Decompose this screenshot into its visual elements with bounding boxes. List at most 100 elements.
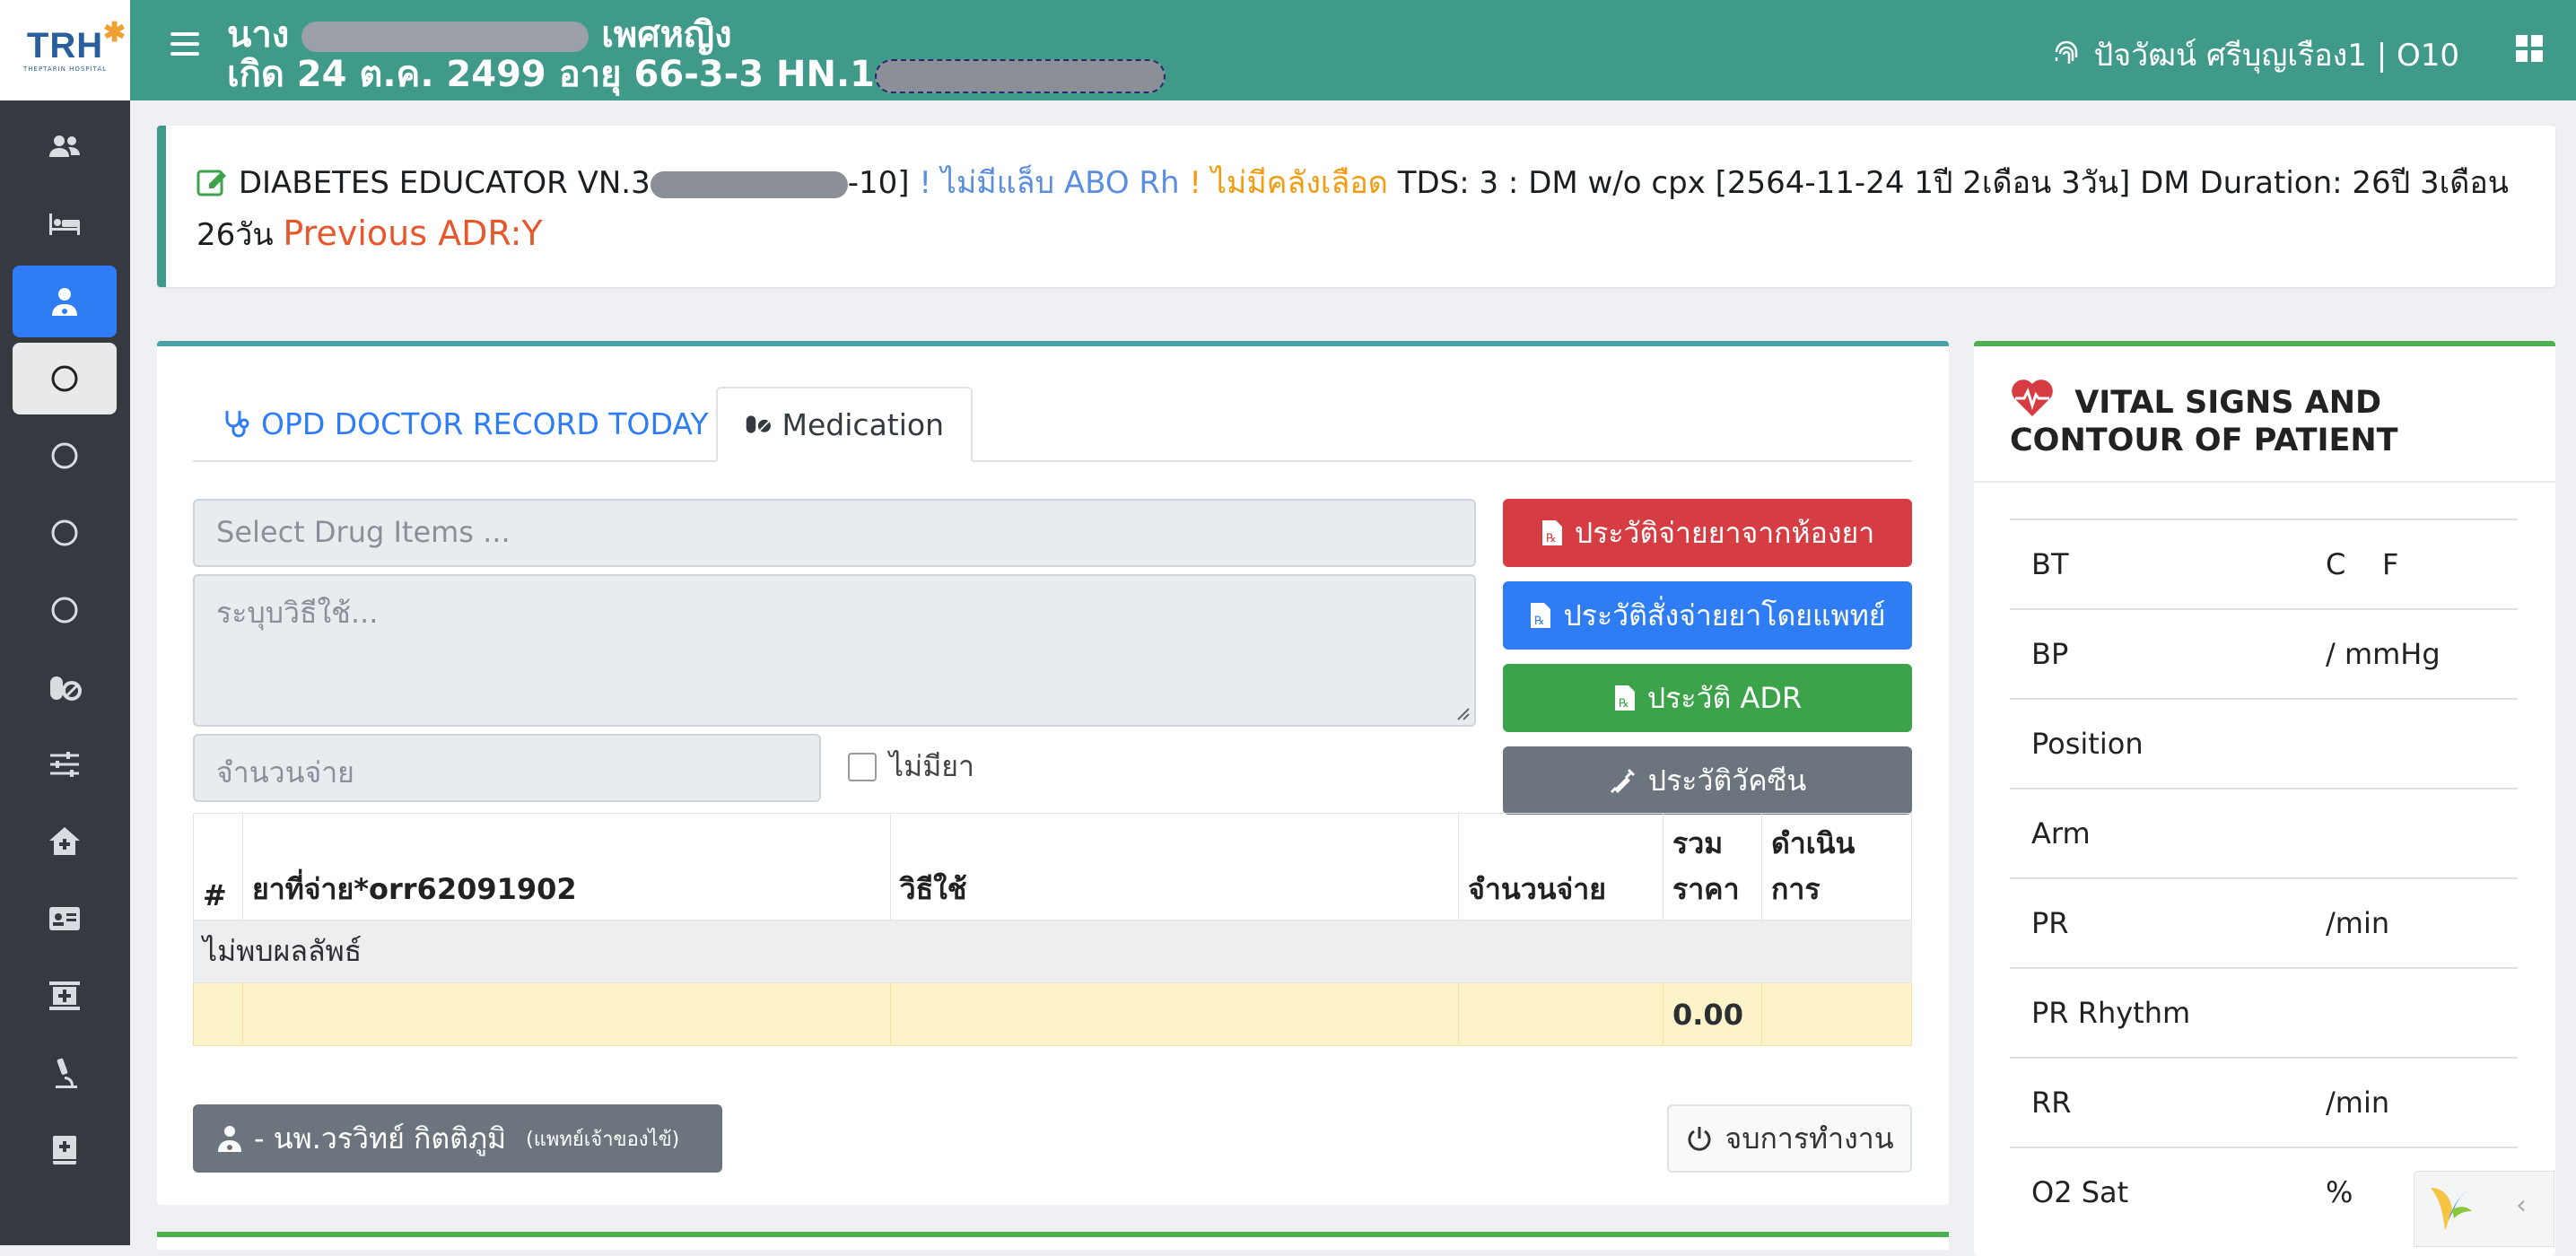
sidebar-item-doctor[interactable] [13,266,117,337]
column-header[interactable]: จำนวนจ่าย [1458,813,1663,920]
top-bar: นาง เพศหญิง เกิด 24 ต.ค. 2499 อายุ 66-3-… [130,0,2576,100]
doctor-history-button[interactable]: ℞ ประวัติสั่งจ่ายยาโดยแพทย์ [1503,581,1912,650]
previous-adr: Previous ADR:Y [283,214,543,253]
microscope-icon [56,1058,77,1088]
usage-textarea[interactable]: ระบุบวิธีใช้... [193,574,1476,727]
table-cell [889,982,1460,1046]
sidebar-item-lab[interactable] [13,1037,117,1109]
doctor-history-label: ประวัติสั่งจ่ายยาโดยแพทย์ [1563,597,1886,632]
drug-select[interactable]: Select Drug Items ... [193,499,1476,567]
attending-doctor-button[interactable]: - นพ.วรวิทย์ กิตติภูมิ (แพทย์เจ้าของไข้) [193,1104,722,1173]
checkbox-box[interactable] [848,752,877,781]
tab-opd-label: OPD DOCTOR RECORD TODAY [261,406,709,441]
vital-row: BT C F [2010,519,2518,609]
sidebar-item-records[interactable] [13,1114,117,1186]
sidebar-item-menu-3[interactable] [13,497,117,569]
doctor-icon [218,1126,241,1152]
leaf-icon: ✱ [102,18,127,48]
no-blood-bank-alert: ! ไม่มีคลังเลือด [1189,165,1388,201]
patient-birth-info: เกิด 24 ต.ค. 2499 อายุ 66-3-3 HN.1 [227,54,875,95]
hospital-logo[interactable]: TRH ✱ THEPTARIN HOSPITAL [0,0,130,100]
end-session-label: จบการทำงาน [1725,1121,1894,1156]
table-cell [1760,982,1913,1046]
vital-label: Position [2010,698,2304,789]
total-price: 0.00 [1663,982,1762,1046]
vital-value: /min [2304,877,2518,968]
medical-book-icon [53,1136,76,1164]
quantity-input[interactable]: จำนวนจ่าย [193,734,821,802]
pharmacy-history-button[interactable]: ℞ ประวัติจ่ายยาจากห้องยา [1503,499,1912,567]
vital-value [2304,967,2518,1058]
sidebar-item-patients[interactable] [13,111,117,183]
column-header[interactable]: ยาที่จ่าย*orr62091902 [241,813,891,920]
svg-text:℞: ℞ [1619,697,1629,711]
adr-history-button[interactable]: ℞ ประวัติ ADR [1503,664,1912,732]
pharmacy-history-label: ประวัติจ่ายยาจากห้องยา [1574,515,1875,550]
total-row: 0.00 [193,982,1913,1046]
patient-alert-banner: DIABETES EDUCATOR VN.3 -10] ! ไม่มีแล็บ A… [157,126,2555,287]
stethoscope-icon [225,411,249,438]
yii-logo-icon [2431,1186,2474,1231]
users-icon [49,135,80,157]
column-header[interactable]: ดำเนินการ [1760,813,1913,920]
fingerprint-icon [2055,40,2077,64]
no-lab-alert: ! ไม่มีแล็บ ABO Rh [919,165,1180,201]
prescription-file-icon: ℞ [1531,603,1551,628]
usage-placeholder: ระบุบวิธีใช้... [216,596,379,630]
column-header[interactable]: รวม ราคา [1663,813,1762,920]
column-header[interactable]: วิธีใช้ [889,813,1460,920]
tab-medication[interactable]: Medication [716,387,973,462]
sidebar-nav [13,111,117,1191]
current-user[interactable]: ปัจวัฒน์ ศรีบุญเรือง1 | O10 [2051,31,2459,79]
hamburger-menu-icon[interactable] [170,32,199,61]
table-cell [1458,982,1663,1046]
sidebar-item-pharmacy[interactable] [13,651,117,723]
debug-toolbar-widget[interactable]: ‹ [2414,1171,2554,1247]
vital-row: PR Rhythm [2010,967,2518,1058]
next-card-edge [157,1232,1949,1250]
sidebar-item-ward[interactable] [13,188,117,260]
vital-label: PR Rhythm [2010,967,2304,1058]
sidebar-item-menu-1[interactable] [13,343,117,414]
vital-row: RR/min [2010,1057,2518,1147]
resize-handle-icon[interactable] [1456,707,1471,721]
tab-opd-doctor-record[interactable]: OPD DOCTOR RECORD TODAY [193,387,736,460]
sidebar-item-profile[interactable] [13,883,117,955]
sidebar-item-clinic[interactable] [13,806,117,877]
vital-row: Position [2010,698,2518,789]
vital-label: BP [2010,608,2304,699]
educator-vn-end: -10] [847,165,910,201]
vital-label: BT [2010,519,2304,609]
grid-apps-icon[interactable] [2515,34,2544,63]
column-header[interactable]: # [193,813,243,920]
prescription-file-icon: ℞ [1541,520,1562,545]
sidebar-item-menu-4[interactable] [13,574,117,646]
medication-table: # ยาที่จ่าย*orr62091902 วิธีใช้ จำนวนจ่า… [193,813,1913,1046]
vital-label: RR [2010,1057,2304,1147]
sliders-icon [50,752,79,777]
vital-row: Arm [2010,788,2518,878]
sidebar: TRH ✱ THEPTARIN HOSPITAL [0,0,130,1245]
heartbeat-icon [2012,379,2053,416]
end-session-button[interactable]: จบการทำงาน [1667,1104,1912,1173]
svg-text:℞: ℞ [1534,615,1545,628]
sidebar-item-settings[interactable] [13,728,117,800]
sidebar-item-hospital[interactable] [13,960,117,1032]
attending-doctor-name: - นพ.วรวิทย์ กิตติภูมิ [254,1121,507,1156]
vital-value: / mmHg [2304,608,2518,699]
circle-icon [51,519,78,546]
power-icon [1688,1127,1711,1151]
chevron-left-icon[interactable]: ‹ [2516,1190,2527,1221]
doctor-icon [52,288,77,316]
prescription-file-icon: ℞ [1614,685,1635,711]
logo-subtitle: THEPTARIN HOSPITAL [22,65,108,73]
no-drug-checkbox[interactable]: ไม่มียา [848,744,974,789]
vaccine-history-button[interactable]: ประวัติวัคซีน [1503,746,1912,815]
adr-history-label: ประวัติ ADR [1646,680,1803,715]
id-card-icon [49,907,80,930]
sidebar-item-menu-2[interactable] [13,420,117,492]
divider [1974,481,2555,483]
edit-icon[interactable] [196,166,229,196]
vital-signs-title-text: VITAL SIGNS AND CONTOUR OF PATIENT [2010,385,2398,458]
circle-icon [51,597,78,624]
